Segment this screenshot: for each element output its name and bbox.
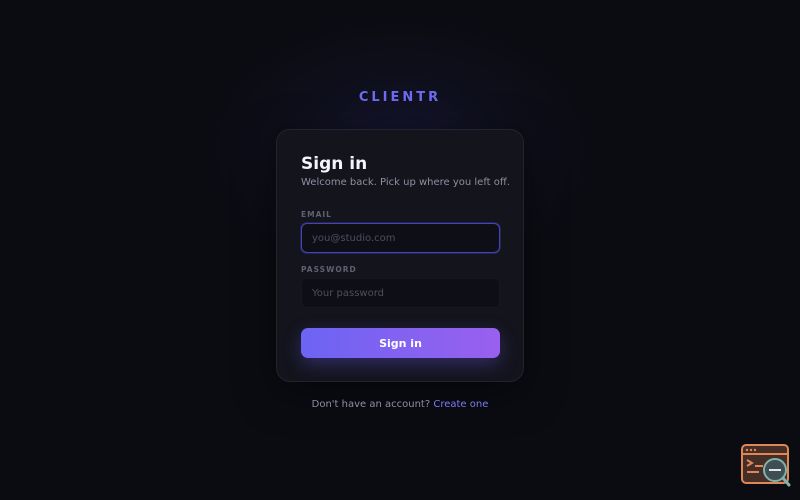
password-label: PASSWORD: [301, 265, 357, 274]
devtools-inspect-icon[interactable]: [741, 444, 791, 488]
sign-in-card: Sign in Welcome back. Pick up where you …: [276, 129, 524, 382]
card-subtitle: Welcome back. Pick up where you left off…: [301, 177, 510, 188]
email-field[interactable]: [301, 223, 500, 253]
create-account-link[interactable]: Create one: [433, 399, 488, 410]
signup-prompt-text: Don't have an account?: [311, 399, 431, 410]
card-title: Sign in: [301, 154, 368, 174]
sign-in-button[interactable]: Sign in: [301, 328, 500, 358]
email-label: EMAIL: [301, 210, 332, 219]
brand-logo: CLIENTR: [358, 90, 442, 105]
password-field[interactable]: [301, 278, 500, 308]
signup-prompt: Don't have an account? Create one: [0, 399, 800, 410]
devtools-inspect-icon-graphic: [741, 444, 791, 487]
